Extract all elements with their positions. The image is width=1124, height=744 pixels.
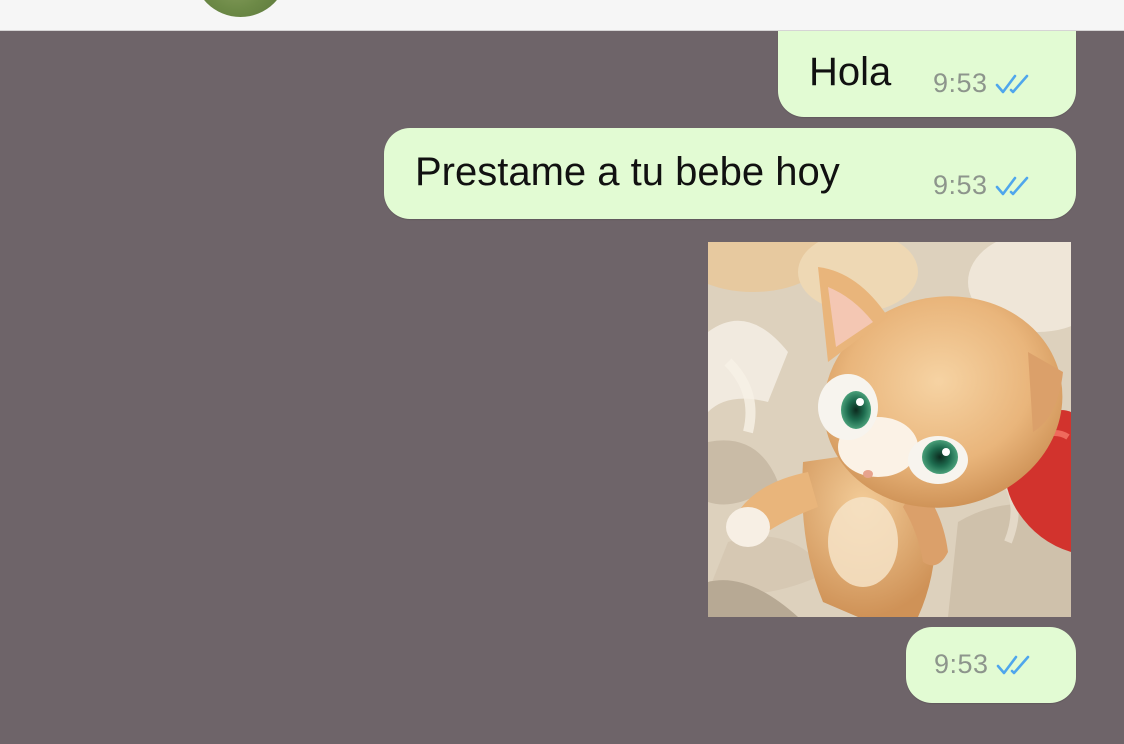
message-text: Hola: [809, 50, 892, 94]
message-time: 9:53: [933, 170, 988, 200]
chat-area[interactable]: Hola 9:53 Prestame a tu bebe hoy 9:53 9:…: [0, 31, 1124, 744]
chat-header: [0, 0, 1124, 31]
outgoing-message[interactable]: Prestame a tu bebe hoy 9:53: [384, 128, 1076, 219]
message-time: 9:53: [934, 649, 989, 679]
message-meta: 9:53: [934, 649, 1037, 680]
image-message[interactable]: [708, 242, 1071, 617]
message-text: Prestame a tu bebe hoy: [415, 150, 840, 194]
message-meta: 9:53: [933, 68, 1036, 99]
message-time: 9:53: [933, 68, 988, 98]
outgoing-message[interactable]: 9:53: [906, 627, 1076, 703]
contact-avatar[interactable]: [193, 0, 288, 17]
kitten-sticker-image: [708, 242, 1071, 617]
double-check-icon: [996, 655, 1029, 674]
double-check-icon: [995, 176, 1028, 195]
message-meta: 9:53: [933, 170, 1036, 201]
outgoing-message[interactable]: Hola 9:53: [778, 31, 1076, 117]
double-check-icon: [995, 74, 1028, 93]
